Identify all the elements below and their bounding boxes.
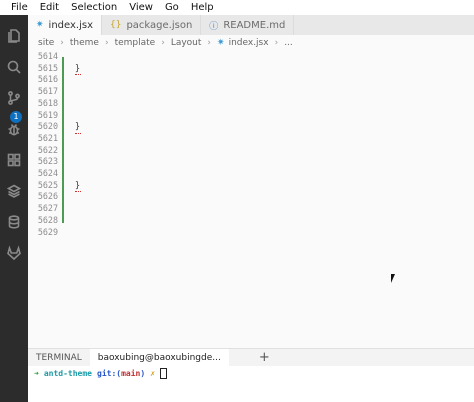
prompt-directory: antd-theme <box>43 369 92 378</box>
line-number: 5614 <box>37 51 58 61</box>
line-number: 5626 <box>37 191 58 202</box>
terminal-instance-tab[interactable]: baoxubing@baoxubingde... <box>89 349 229 366</box>
line-number: 5619 <box>37 109 58 120</box>
code-line: 5620} <box>28 121 474 134</box>
terminal-cursor <box>160 368 168 379</box>
code-line: 5622 <box>28 145 474 157</box>
menu-bar: File Edit Selection View Go Help <box>0 0 474 15</box>
source-control-icon[interactable] <box>0 85 28 111</box>
menu-help[interactable]: Help <box>191 2 214 13</box>
react-icon: ✷ <box>36 20 44 30</box>
breadcrumb-item[interactable]: template <box>115 38 156 48</box>
prompt-git-close: ) <box>140 369 146 378</box>
editor-tabs: ✷ index.jsx {} package.json ⓘ README.md <box>28 15 474 35</box>
code-line: 5627 <box>28 203 474 215</box>
code-line: 5615} <box>28 62 474 76</box>
line-number: 5625 <box>37 179 58 190</box>
breadcrumb: site › theme › template › Layout › ✷ ind… <box>28 35 474 51</box>
code-line: 5624 <box>28 168 474 180</box>
code-line: 5617 <box>28 86 474 98</box>
code-line: 5629 <box>28 227 474 239</box>
search-icon[interactable] <box>0 54 28 80</box>
code-line: 5623 <box>28 156 474 168</box>
json-icon: {} <box>110 20 122 30</box>
prompt-dirty-marker: ✗ <box>150 369 156 378</box>
panel-header: TERMINAL baoxubing@baoxubingde... + <box>28 348 474 366</box>
line-number: 5627 <box>37 203 58 214</box>
prompt-arrow-icon: ➜ <box>34 369 39 378</box>
prompt-git-label: git:( <box>97 369 122 378</box>
code-line: 5614 <box>28 51 474 63</box>
line-number: 5615 <box>37 62 58 73</box>
debug-icon[interactable] <box>0 116 28 142</box>
breadcrumb-item[interactable]: site <box>38 38 54 48</box>
tab-label: index.jsx <box>48 19 93 31</box>
terminal[interactable]: ➜ antd-theme git:( main ) ✗ <box>28 366 474 402</box>
code-text: } <box>75 62 82 76</box>
line-number: 5622 <box>37 144 58 155</box>
menu-file[interactable]: File <box>11 2 28 13</box>
prompt-branch: main <box>121 369 141 378</box>
line-number: 5628 <box>37 214 58 225</box>
files-icon[interactable] <box>0 23 28 49</box>
code-line: 5626 <box>28 191 474 203</box>
code-line: 5628 <box>28 215 474 227</box>
line-number: 5621 <box>37 132 58 143</box>
activity-bar: 1 <box>0 15 28 402</box>
code-line: 5618 <box>28 98 474 110</box>
tab-label: package.json <box>126 19 193 31</box>
database-icon[interactable] <box>0 209 28 235</box>
code-line: 5616 <box>28 74 474 86</box>
menu-view[interactable]: View <box>129 2 153 13</box>
menu-selection[interactable]: Selection <box>71 2 117 13</box>
breadcrumb-item[interactable]: ... <box>284 38 293 48</box>
line-number: 5623 <box>37 156 58 167</box>
layers-icon[interactable] <box>0 178 28 204</box>
code-text: } <box>75 121 82 134</box>
line-number: 5624 <box>37 168 58 178</box>
code-line: 5621 <box>28 133 474 145</box>
breadcrumb-item[interactable]: Layout <box>171 38 202 48</box>
code-line: 5619 <box>28 110 474 122</box>
chevron-right-icon: › <box>104 38 109 48</box>
chevron-right-icon: › <box>207 38 212 48</box>
tab-index-jsx[interactable]: ✷ index.jsx <box>28 15 102 35</box>
breadcrumb-item[interactable]: index.jsx <box>229 38 269 48</box>
line-number: 5620 <box>37 121 58 132</box>
line-number: 5617 <box>37 86 58 97</box>
code-line: 5625} <box>28 179 474 193</box>
line-number: 5629 <box>37 226 58 237</box>
line-number: 5618 <box>37 97 58 108</box>
code-text: } <box>75 179 82 193</box>
code-editor[interactable]: 5614 5615} 5616 5617 5618 5619 5620} 5621 5622 56… <box>28 51 474 348</box>
react-icon: ✷ <box>217 38 225 48</box>
gitlab-icon[interactable] <box>0 240 28 266</box>
terminal-prompt: ➜ antd-theme git:( main ) ✗ <box>34 368 168 379</box>
mouse-pointer <box>391 274 399 283</box>
tab-package-json[interactable]: {} package.json <box>102 15 202 35</box>
menu-edit[interactable]: Edit <box>40 2 59 13</box>
chevron-right-icon: › <box>60 38 64 48</box>
menu-go[interactable]: Go <box>165 2 179 13</box>
breadcrumb-item[interactable]: theme <box>70 38 99 48</box>
tab-label: README.md <box>223 19 286 31</box>
line-number: 5616 <box>37 74 58 85</box>
tab-readme-md[interactable]: ⓘ README.md <box>201 15 295 35</box>
chevron-right-icon: › <box>274 38 279 48</box>
extensions-icon[interactable] <box>0 147 28 173</box>
chevron-right-icon: › <box>161 38 165 48</box>
info-icon: ⓘ <box>209 21 219 32</box>
add-terminal-button[interactable]: + <box>251 349 278 366</box>
tab-terminal[interactable]: TERMINAL <box>28 349 90 366</box>
